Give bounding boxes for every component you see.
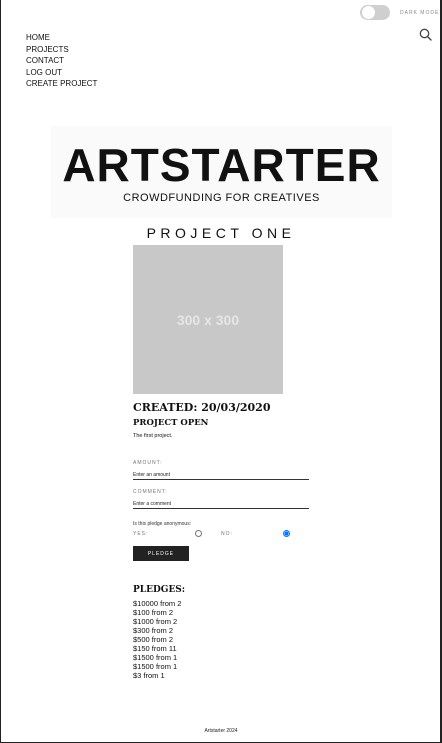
pledge-item: $500 from 2 <box>133 635 174 644</box>
anonymous-no-label: NO: <box>221 531 233 537</box>
anonymous-yes-radio[interactable] <box>195 530 202 537</box>
pledge-list: $10000 from 2 $100 from 2 $1000 from 2 $… <box>133 599 181 680</box>
dark-mode-label: DARK MODE <box>400 9 440 16</box>
pledge-item: $100 from 2 <box>133 608 174 617</box>
footer-text: Artstarter 2024 <box>204 728 238 734</box>
pledge-item: $1000 from 2 <box>133 617 178 626</box>
nav-projects-link[interactable]: PROJECTS <box>26 44 97 56</box>
pledge-item: $300 from 2 <box>133 626 174 635</box>
nav-create-project-link[interactable]: CREATE PROJECT <box>26 78 97 90</box>
pledge-item: $1500 from 1 <box>133 653 178 662</box>
comment-input[interactable] <box>133 499 309 509</box>
anonymous-no-radio[interactable] <box>283 530 290 537</box>
amount-label: AMOUNT: <box>133 460 163 466</box>
project-title: PROJECT ONE <box>146 225 296 241</box>
pledge-item: $10000 from 2 <box>133 599 182 608</box>
dark-mode-toggle[interactable] <box>360 5 390 20</box>
pledge-item: $3 from 1 <box>133 671 165 680</box>
nav-contact-link[interactable]: CONTACT <box>26 55 97 67</box>
search-icon[interactable] <box>419 28 432 41</box>
toggle-knob <box>362 6 375 19</box>
pledge-item: $1500 from 1 <box>133 662 178 671</box>
project-created-date: CREATED: 20/03/2020 <box>133 401 271 414</box>
anonymous-question: Is this pledge anonymous: <box>133 521 192 527</box>
comment-label: COMMENT: <box>133 489 168 495</box>
pledges-heading: PLEDGES: <box>133 585 186 595</box>
anonymous-yes-label: YES: <box>133 531 149 537</box>
image-placeholder-text: 300 x 300 <box>176 311 240 328</box>
pledge-item: $150 from 11 <box>133 644 177 653</box>
footer: Artstarter 2024 <box>1 728 441 734</box>
main-nav: HOME PROJECTS CONTACT LOG OUT CREATE PRO… <box>26 32 97 90</box>
dark-mode-toggle-wrap: DARK MODE <box>360 5 439 20</box>
nav-home-link[interactable]: HOME <box>26 32 97 44</box>
project-description: The first project. <box>133 433 173 439</box>
nav-logout-link[interactable]: LOG OUT <box>26 67 97 79</box>
pledge-button[interactable]: PLEDGE <box>133 546 189 561</box>
project-image: 300 x 300 <box>133 245 283 394</box>
logo-tagline: CROWDFUNDING FOR CREATIVES <box>123 192 320 204</box>
logo-title: ARTSTARTER <box>62 139 381 191</box>
site-logo[interactable]: ARTSTARTER CROWDFUNDING FOR CREATIVES <box>51 126 392 218</box>
amount-input[interactable] <box>133 470 309 480</box>
project-status: PROJECT OPEN <box>133 418 209 428</box>
